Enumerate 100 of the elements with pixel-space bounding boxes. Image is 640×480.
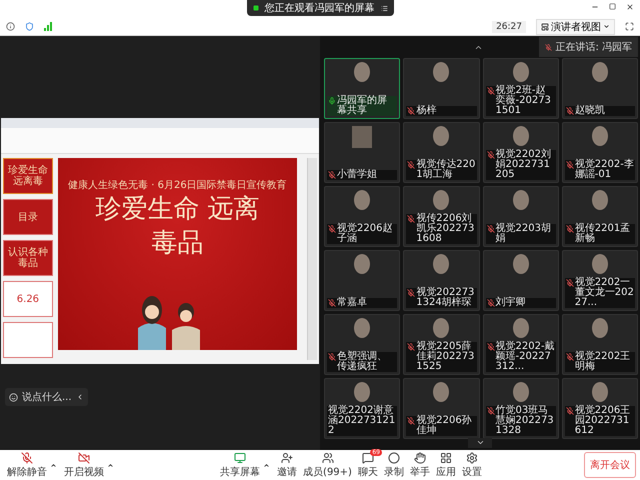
speaking-indicator: 正在讲话: 冯园军 xyxy=(539,37,638,57)
chat-input[interactable]: 说点什么... xyxy=(5,388,88,406)
caret-icon[interactable] xyxy=(263,462,270,468)
list-icon[interactable] xyxy=(380,4,388,12)
participant-tile[interactable]: 视觉2206赵子涵 xyxy=(324,186,400,247)
person-plus-icon xyxy=(281,452,294,464)
chevron-down-icon xyxy=(476,438,484,447)
fullscreen-icon[interactable] xyxy=(625,22,634,31)
participant-tile[interactable]: 杨梓 xyxy=(403,58,480,119)
participant-name: 杨梓 xyxy=(416,106,436,116)
participant-name: 视传2206刘凯乐2022731608 xyxy=(416,214,476,244)
participant-tile[interactable]: 视觉2206王园2022731612 xyxy=(562,378,638,439)
participant-name: 视觉2206王园2022731612 xyxy=(574,406,632,436)
microphone-off-icon xyxy=(566,279,574,287)
participant-tile[interactable]: 色塑强调、传递疯狂 xyxy=(324,314,400,375)
shield-icon[interactable] xyxy=(25,22,34,31)
participant-tile[interactable]: 常嘉卓 xyxy=(324,250,400,311)
participant-tile[interactable]: 视传2206刘凯乐2022731608 xyxy=(403,186,480,247)
meeting-timer: 26:27 xyxy=(492,20,526,32)
invite-button[interactable]: 邀请 xyxy=(274,452,300,478)
microphone-off-icon xyxy=(407,417,416,425)
avatar xyxy=(354,62,370,82)
participant-tile[interactable]: 视觉2202谢意涵2022731212 xyxy=(324,378,400,439)
slide-thumbnail[interactable]: 认识各种毒品 xyxy=(3,240,53,276)
microphone-off-icon xyxy=(407,289,416,297)
microphone-off-icon xyxy=(486,87,494,95)
slide-thumbnail[interactable]: 目录 xyxy=(3,199,53,235)
participant-tile[interactable]: 冯园军的屏幕共享 xyxy=(324,58,400,119)
microphone-off-icon xyxy=(328,225,336,233)
close-icon[interactable] xyxy=(626,3,634,11)
banner-text: 您正在观看冯园军的屏幕 xyxy=(264,2,374,15)
avatar xyxy=(512,318,529,338)
avatar xyxy=(512,254,529,274)
participant-tile[interactable]: 小蕾学姐 xyxy=(324,122,400,183)
microphone-off-icon xyxy=(566,407,574,415)
participant-tile[interactable]: 视觉2202-戴颖瑶-20227312... xyxy=(482,314,559,375)
participant-name: 视觉2202王明梅 xyxy=(574,352,632,372)
microphone-off-icon xyxy=(566,225,574,233)
participant-name: 视觉2202-李娜謡-01 xyxy=(574,160,634,180)
settings-button[interactable]: 设置 xyxy=(458,452,485,478)
participant-tile[interactable]: 视觉2206孙佳坤 xyxy=(403,378,480,439)
monitor-icon xyxy=(234,452,246,464)
members-button[interactable]: 成员(99+) xyxy=(300,452,355,478)
participant-tile[interactable]: 视觉2202一董文龙一20227... xyxy=(562,250,638,311)
participant-tile[interactable]: 赵晓凯 xyxy=(562,58,638,119)
slide-thumbnail[interactable] xyxy=(3,322,53,358)
avatar xyxy=(512,190,529,210)
caret-icon xyxy=(603,23,610,30)
participant-tile[interactable]: 视觉2班-赵奕薇-202731501 xyxy=(482,58,559,119)
participant-name: 视觉2205薛佳莉2022731525 xyxy=(416,342,476,372)
avatar xyxy=(592,382,608,402)
avatar xyxy=(592,254,608,274)
video-button[interactable]: 开启视频 xyxy=(61,452,107,478)
participant-name: 视觉2022731324胡梓琛 xyxy=(416,288,476,308)
participant-name: 小蕾学姐 xyxy=(337,170,377,180)
participant-tile[interactable]: 竹觉03班马慧娴2022731328 xyxy=(482,378,559,439)
avatar xyxy=(354,190,370,210)
participant-name: 视觉2202谢意涵2022731212 xyxy=(328,406,396,436)
photo-placeholder xyxy=(352,126,372,148)
record-button[interactable]: 录制 xyxy=(380,452,407,478)
info-icon[interactable] xyxy=(6,22,15,31)
participant-name: 视觉2206赵子涵 xyxy=(337,224,394,244)
hand-button[interactable]: 举手 xyxy=(406,452,433,478)
record-icon xyxy=(388,452,400,464)
slide-thumbnail[interactable]: 珍爱生命远离毒 xyxy=(3,158,53,194)
emoji-icon[interactable] xyxy=(9,392,18,402)
participant-tile[interactable]: 视觉2202-李娜謡-01 xyxy=(562,122,638,183)
participant-name: 色塑强调、传递疯狂 xyxy=(337,352,388,372)
slide-thumbnail[interactable]: 6.26 xyxy=(3,281,53,317)
participant-tile[interactable]: 视觉2202刘娟2022731205 xyxy=(482,122,559,183)
share-button[interactable]: 共享屏幕 xyxy=(217,452,264,478)
microphone-off-icon xyxy=(407,107,416,115)
participant-tile[interactable]: 视传2201孟新畅 xyxy=(562,186,638,247)
participant-tile[interactable]: 刘宇卿 xyxy=(482,250,559,311)
maximize-icon[interactable] xyxy=(609,3,616,10)
apps-button[interactable]: 应用 xyxy=(432,452,459,478)
avatar xyxy=(512,62,529,82)
participant-tile[interactable]: 视觉传达2201胡工海 xyxy=(403,122,480,183)
avatar xyxy=(433,254,450,274)
participant-tile[interactable]: 视觉2022731324胡梓琛 xyxy=(403,250,480,311)
microphone-off-icon xyxy=(486,407,494,415)
signal-icon[interactable] xyxy=(44,22,53,31)
caret-icon[interactable] xyxy=(107,462,114,468)
caret-icon[interactable] xyxy=(50,462,57,468)
scroll-down-button[interactable] xyxy=(468,438,492,448)
participant-name: 视觉传达2201胡工海 xyxy=(416,160,476,180)
person-icon xyxy=(322,452,334,464)
avatar xyxy=(512,382,529,402)
microphone-off-icon xyxy=(407,343,416,351)
leave-meeting-button[interactable]: 离开会议 xyxy=(584,452,636,478)
microphone-off-icon xyxy=(328,171,336,179)
mute-button[interactable]: 解除静音 xyxy=(4,452,50,478)
avatar xyxy=(592,190,608,210)
slide-title: 珍爱生命 远离毒品 xyxy=(94,193,261,260)
microphone-off-icon xyxy=(407,215,416,223)
participant-tile[interactable]: 视觉2202王明梅 xyxy=(562,314,638,375)
participant-tile[interactable]: 视觉2205薛佳莉2022731525 xyxy=(403,314,480,375)
participant-tile[interactable]: 视觉2203胡娟 xyxy=(482,186,559,247)
chat-placeholder: 说点什么... xyxy=(22,390,72,404)
speaker-view-button[interactable]: 演讲者视图 xyxy=(536,18,615,34)
